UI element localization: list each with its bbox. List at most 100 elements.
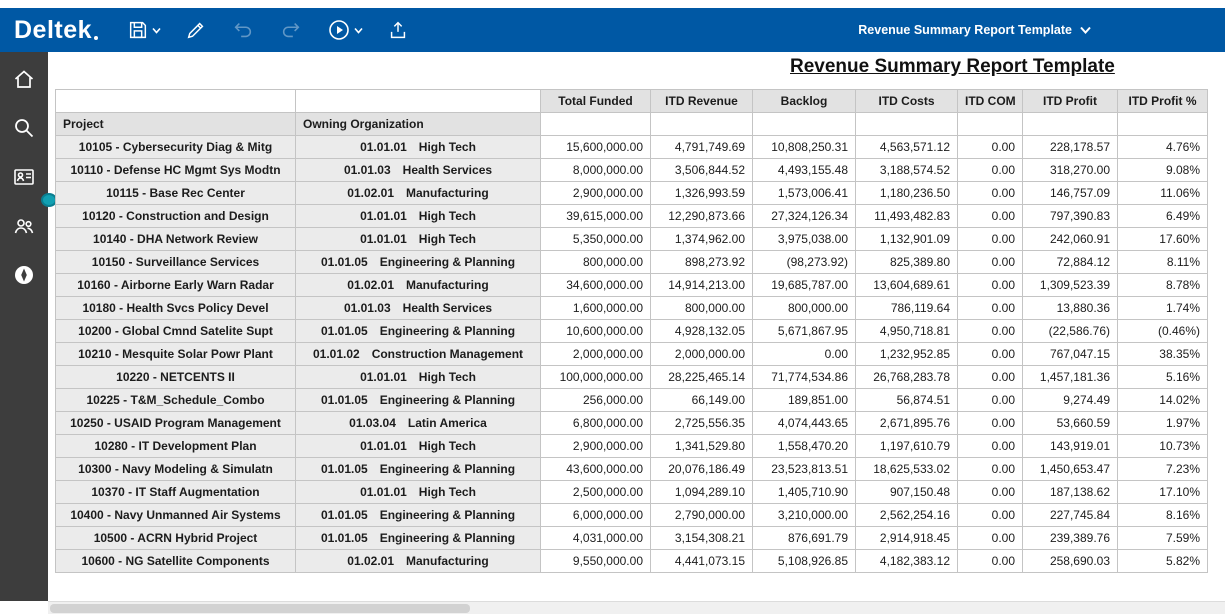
spacer-cell <box>753 113 856 136</box>
metric-cell: 8.78% <box>1118 274 1208 297</box>
run-button[interactable] <box>322 14 368 46</box>
column-header-project[interactable]: Project <box>56 113 296 136</box>
edit-button[interactable] <box>180 15 212 45</box>
metric-cell: 0.00 <box>958 205 1023 228</box>
sidebar-item-contacts[interactable] <box>6 162 42 194</box>
metric-cell: 242,060.91 <box>1023 228 1118 251</box>
metric-cell: 2,000,000.00 <box>651 343 753 366</box>
save-button[interactable] <box>122 15 166 45</box>
org-cell: 01.01.05Engineering & Planning <box>296 504 541 527</box>
org-code: 01.01.05 <box>321 462 368 476</box>
table-row[interactable]: 10140 - DHA Network Review 01.01.01High … <box>56 228 1208 251</box>
column-header-owning-organization[interactable]: Owning Organization <box>296 113 541 136</box>
table-row[interactable]: 10160 - Airborne Early Warn Radar 01.02.… <box>56 274 1208 297</box>
table-row[interactable]: 10120 - Construction and Design 01.01.01… <box>56 205 1208 228</box>
metric-cell: 4,074,443.65 <box>753 412 856 435</box>
table-row[interactable]: 10105 - Cybersecurity Diag & Mitg 01.01.… <box>56 136 1208 159</box>
metric-cell: 17.60% <box>1118 228 1208 251</box>
metric-cell: 146,757.09 <box>1023 182 1118 205</box>
org-code: 01.01.05 <box>321 255 368 269</box>
metric-cell: 6,800,000.00 <box>541 412 651 435</box>
metric-cell: 3,506,844.52 <box>651 159 753 182</box>
project-cell: 10300 - Navy Modeling & Simulatn <box>56 458 296 481</box>
table-row[interactable]: 10220 - NETCENTS II 01.01.01High Tech 10… <box>56 366 1208 389</box>
sidebar-item-search[interactable] <box>6 113 42 145</box>
metric-cell: 26,768,283.78 <box>856 366 958 389</box>
org-name: High Tech <box>419 370 476 384</box>
table-row[interactable]: 10210 - Mesquite Solar Powr Plant 01.01.… <box>56 343 1208 366</box>
metric-cell: 1,326,993.59 <box>651 182 753 205</box>
metric-cell: 11,493,482.83 <box>856 205 958 228</box>
org-cell: 01.01.05Engineering & Planning <box>296 527 541 550</box>
metric-cell: 14,914,213.00 <box>651 274 753 297</box>
project-cell: 10225 - T&M_Schedule_Combo <box>56 389 296 412</box>
org-cell: 01.01.01High Tech <box>296 481 541 504</box>
table-row[interactable]: 10280 - IT Development Plan 01.01.01High… <box>56 435 1208 458</box>
metric-cell: 1,132,901.09 <box>856 228 958 251</box>
chevron-down-icon <box>152 27 161 34</box>
table-row[interactable]: 10300 - Navy Modeling & Simulatn 01.01.0… <box>56 458 1208 481</box>
table-row[interactable]: 10110 - Defense HC Mgmt Sys Modtn 01.01.… <box>56 159 1208 182</box>
metric-cell: 66,149.00 <box>651 389 753 412</box>
org-name: Latin America <box>408 416 487 430</box>
table-row[interactable]: 10250 - USAID Program Management 01.03.0… <box>56 412 1208 435</box>
table-row[interactable]: 10600 - NG Satellite Components 01.02.01… <box>56 550 1208 573</box>
org-cell: 01.01.05Engineering & Planning <box>296 320 541 343</box>
project-cell: 10140 - DHA Network Review <box>56 228 296 251</box>
project-cell: 10160 - Airborne Early Warn Radar <box>56 274 296 297</box>
metric-cell: 876,691.79 <box>753 527 856 550</box>
project-cell: 10115 - Base Rec Center <box>56 182 296 205</box>
project-cell: 10210 - Mesquite Solar Powr Plant <box>56 343 296 366</box>
sidebar-item-navigator[interactable] <box>6 260 42 292</box>
table-row[interactable]: 10180 - Health Svcs Policy Devel 01.01.0… <box>56 297 1208 320</box>
table-row[interactable]: 10115 - Base Rec Center 01.02.01Manufact… <box>56 182 1208 205</box>
column-header-itd-profit-pct[interactable]: ITD Profit % <box>1118 90 1208 113</box>
table-row[interactable]: 10400 - Navy Unmanned Air Systems 01.01.… <box>56 504 1208 527</box>
people-icon <box>12 214 36 241</box>
run-icon <box>327 18 351 42</box>
metric-cell: 1,309,523.39 <box>1023 274 1118 297</box>
column-header-itd-costs[interactable]: ITD Costs <box>856 90 958 113</box>
project-cell: 10110 - Defense HC Mgmt Sys Modtn <box>56 159 296 182</box>
table-row[interactable]: 10150 - Surveillance Services 01.01.05En… <box>56 251 1208 274</box>
metric-cell: 800,000.00 <box>541 251 651 274</box>
scrollbar-thumb[interactable] <box>50 604 470 613</box>
table-row[interactable]: 10200 - Global Cmnd Satelite Supt 01.01.… <box>56 320 1208 343</box>
home-icon <box>12 67 36 94</box>
metric-cell: 0.00 <box>958 182 1023 205</box>
metric-cell: 5.82% <box>1118 550 1208 573</box>
table-row[interactable]: 10225 - T&M_Schedule_Combo 01.01.05Engin… <box>56 389 1208 412</box>
table-row[interactable]: 10370 - IT Staff Augmentation 01.01.01Hi… <box>56 481 1208 504</box>
metric-header-row: Total Funded ITD Revenue Backlog ITD Cos… <box>56 90 1208 113</box>
column-header-itd-com[interactable]: ITD COM <box>958 90 1023 113</box>
metric-cell: 2,671,895.76 <box>856 412 958 435</box>
table-row[interactable]: 10500 - ACRN Hybrid Project 01.01.05Engi… <box>56 527 1208 550</box>
metric-cell: 8.11% <box>1118 251 1208 274</box>
corner-blank <box>296 90 541 113</box>
metric-cell: 0.00 <box>958 527 1023 550</box>
redo-button[interactable] <box>274 15 308 45</box>
metric-cell: 17.10% <box>1118 481 1208 504</box>
column-header-backlog[interactable]: Backlog <box>753 90 856 113</box>
horizontal-scrollbar[interactable] <box>48 601 1225 614</box>
metric-cell: 1,600,000.00 <box>541 297 651 320</box>
sidebar-item-people[interactable] <box>6 211 42 243</box>
metric-cell: 9,550,000.00 <box>541 550 651 573</box>
undo-button[interactable] <box>226 15 260 45</box>
org-code: 01.01.05 <box>321 324 368 338</box>
report-template-selector[interactable]: Revenue Summary Report Template <box>852 22 1097 38</box>
project-cell: 10280 - IT Development Plan <box>56 435 296 458</box>
metric-cell: 9.08% <box>1118 159 1208 182</box>
column-header-itd-profit[interactable]: ITD Profit <box>1023 90 1118 113</box>
column-header-itd-revenue[interactable]: ITD Revenue <box>651 90 753 113</box>
org-code: 01.03.04 <box>349 416 396 430</box>
report-selector-label: Revenue Summary Report Template <box>858 23 1072 37</box>
sidebar-item-home[interactable] <box>6 64 42 96</box>
export-button[interactable] <box>382 15 414 45</box>
metric-cell: 800,000.00 <box>651 297 753 320</box>
metric-cell: 4,928,132.05 <box>651 320 753 343</box>
column-header-total-funded[interactable]: Total Funded <box>541 90 651 113</box>
project-cell: 10600 - NG Satellite Components <box>56 550 296 573</box>
metric-cell: 2,900,000.00 <box>541 182 651 205</box>
metric-cell: 10,600,000.00 <box>541 320 651 343</box>
